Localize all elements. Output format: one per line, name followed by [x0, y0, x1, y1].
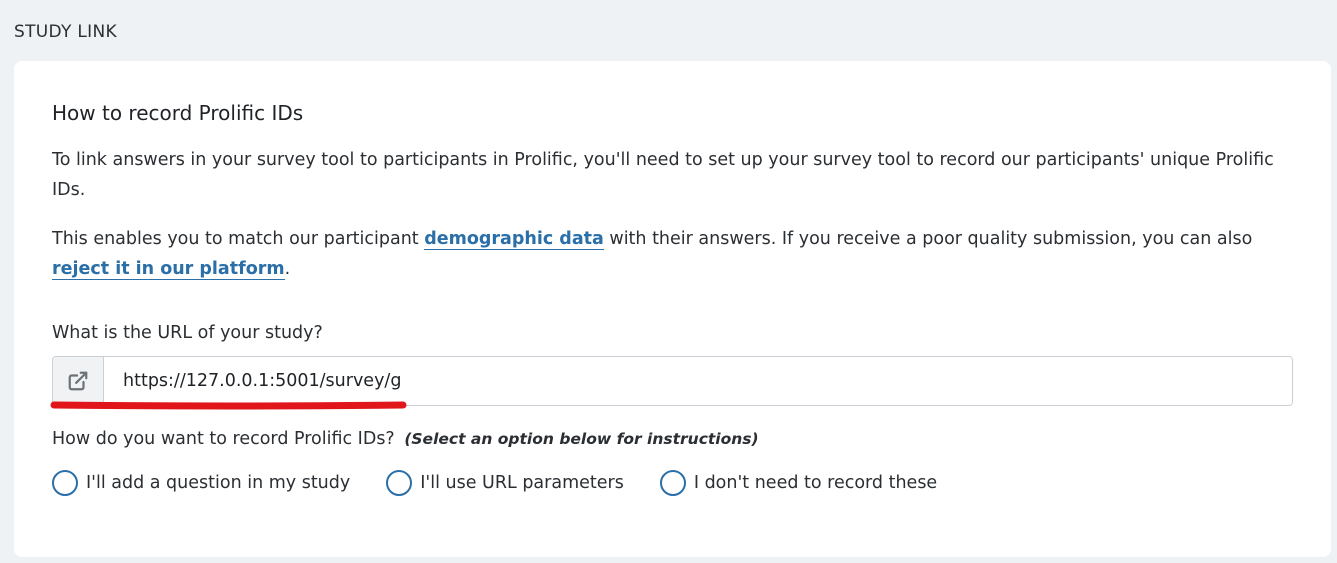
card-heading: How to record Prolific IDs	[52, 101, 304, 125]
radio-option-no-record[interactable]: I don't need to record these	[659, 470, 938, 496]
radio-label: I'll add a question in my study	[86, 473, 351, 493]
section-title: STUDY LINK	[14, 22, 117, 42]
radio-option-add-question[interactable]: I'll add a question in my study	[52, 470, 350, 496]
radio-label: I don't need to record these	[693, 473, 938, 493]
url-input-group	[52, 356, 1293, 406]
match-paragraph: This enables you to match our participan…	[52, 224, 1297, 284]
demographic-data-link[interactable]: demographic data	[424, 229, 604, 250]
record-ids-question: How do you want to record Prolific IDs?	[52, 429, 395, 449]
study-link-card: How to record Prolific IDs To link answe…	[14, 61, 1331, 557]
radio-option-url-parameters[interactable]: I'll use URL parameters	[386, 470, 624, 496]
intro-paragraph: To link answers in your survey tool to p…	[52, 150, 1274, 200]
url-field-label: What is the URL of your study?	[52, 323, 323, 343]
reject-link[interactable]: reject it in our platform	[52, 259, 285, 280]
external-link-icon[interactable]	[53, 357, 104, 405]
study-url-input[interactable]	[104, 357, 1292, 405]
radio-button[interactable]	[52, 470, 78, 496]
radio-label: I'll use URL parameters	[420, 473, 624, 493]
record-ids-label: How do you want to record Prolific IDs? …	[52, 429, 759, 449]
match-text-after: .	[284, 259, 291, 279]
match-text-before: This enables you to match our participan…	[52, 229, 425, 249]
record-ids-hint: (Select an option below for instructions…	[404, 430, 759, 448]
record-options-radio-group: I'll add a question in my study I'll use…	[52, 470, 973, 496]
radio-button[interactable]	[659, 470, 686, 496]
match-text-middle: with their answers. If you receive a poo…	[603, 229, 1253, 249]
radio-button[interactable]	[386, 470, 413, 496]
